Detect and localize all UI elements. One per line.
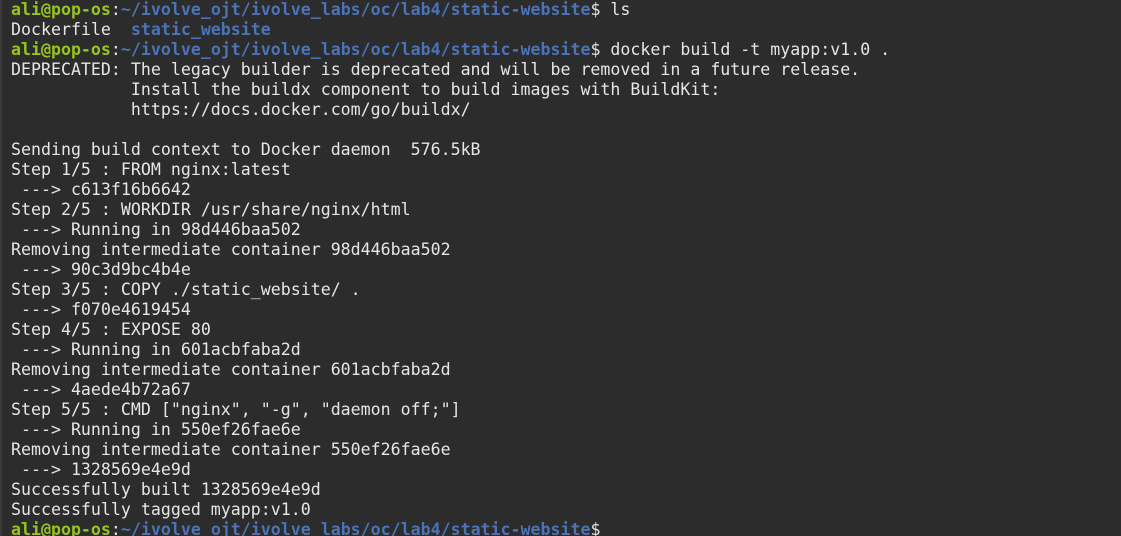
terminal-line: Sending build context to Docker daemon 5…	[11, 140, 890, 160]
terminal-line: ---> 1328569e4e9d	[11, 460, 890, 480]
prompt-path: ~/ivolve_ojt/ivolve_labs/oc/lab4/static-…	[120, 520, 591, 536]
prompt-path: ~/ivolve_ojt/ivolve_labs/oc/lab4/static-…	[120, 0, 591, 19]
terminal-line: Step 2/5 : WORKDIR /usr/share/nginx/html	[11, 200, 890, 220]
prompt-user-host: ali@pop-os	[11, 40, 111, 59]
prompt-path: ~/ivolve_ojt/ivolve_labs/oc/lab4/static-…	[120, 40, 591, 59]
terminal-output[interactable]: ali@pop-os:~/ivolve_ojt/ivolve_labs/oc/l…	[11, 0, 890, 536]
terminal-line: Step 3/5 : COPY ./static_website/ .	[11, 280, 890, 300]
terminal-line: Step 1/5 : FROM nginx:latest	[11, 160, 890, 180]
output-text: ---> 1328569e4e9d	[11, 460, 191, 479]
output-text: Step 2/5 : WORKDIR /usr/share/nginx/html	[11, 200, 411, 219]
terminal-line: ---> f070e4619454	[11, 300, 890, 320]
output-text: Successfully tagged myapp:v1.0	[11, 500, 311, 519]
output-text: Removing intermediate container 550ef26f…	[11, 440, 451, 459]
terminal-window[interactable]: ali@pop-os:~/ivolve_ojt/ivolve_labs/oc/l…	[0, 0, 1121, 536]
terminal-line: ---> Running in 98d446baa502	[11, 220, 890, 240]
terminal-line: Successfully tagged myapp:v1.0	[11, 500, 890, 520]
output-text: Step 1/5 : FROM nginx:latest	[11, 160, 291, 179]
terminal-line: Dockerfile static_website	[11, 20, 890, 40]
output-text: Install the buildx component to build im…	[11, 80, 721, 99]
output-text: Removing intermediate container 98d446ba…	[11, 240, 451, 259]
output-text: Sending build context to Docker daemon 5…	[11, 140, 481, 159]
terminal-line: https://docs.docker.com/go/buildx/	[11, 100, 890, 120]
output-text: Step 5/5 : CMD ["nginx", "-g", "daemon o…	[11, 400, 461, 419]
output-text: Step 4/5 : EXPOSE 80	[11, 320, 211, 339]
prompt-user-host: ali@pop-os	[11, 0, 111, 19]
terminal-line: Removing intermediate container 98d446ba…	[11, 240, 890, 260]
output-text: ---> 4aede4b72a67	[11, 380, 191, 399]
output-text: DEPRECATED: The legacy builder is deprec…	[11, 60, 861, 79]
prompt-separator: :	[110, 520, 121, 536]
terminal-line: Removing intermediate container 550ef26f…	[11, 440, 890, 460]
terminal-line: ---> 90c3d9bc4b4e	[11, 260, 890, 280]
terminal-line: ali@pop-os:~/ivolve_ojt/ivolve_labs/oc/l…	[11, 40, 890, 60]
terminal-line: ---> Running in 550ef26fae6e	[11, 420, 890, 440]
prompt-separator: :	[110, 0, 121, 19]
output-text: Dockerfile	[11, 20, 131, 39]
terminal-line: ali@pop-os:~/ivolve_ojt/ivolve_labs/oc/l…	[11, 520, 890, 536]
terminal-line: Removing intermediate container 601acbfa…	[11, 360, 890, 380]
directory-entry: static_website	[130, 20, 271, 39]
terminal-line: Step 5/5 : CMD ["nginx", "-g", "daemon o…	[11, 400, 890, 420]
terminal-line: ---> c613f16b6642	[11, 180, 890, 200]
output-text: ---> Running in 550ef26fae6e	[11, 420, 301, 439]
output-text: $ docker build -t myapp:v1.0 .	[590, 40, 891, 59]
output-text: Step 3/5 : COPY ./static_website/ .	[11, 280, 361, 299]
output-text: $	[590, 520, 601, 536]
output-text: ---> 90c3d9bc4b4e	[11, 260, 191, 279]
terminal-line: ---> 4aede4b72a67	[11, 380, 890, 400]
output-text: ---> Running in 601acbfaba2d	[11, 340, 301, 359]
output-text: Successfully built 1328569e4e9d	[11, 480, 321, 499]
terminal-line: DEPRECATED: The legacy builder is deprec…	[11, 60, 890, 80]
terminal-line: Successfully built 1328569e4e9d	[11, 480, 890, 500]
output-text: https://docs.docker.com/go/buildx/	[11, 100, 471, 119]
terminal-line: ali@pop-os:~/ivolve_ojt/ivolve_labs/oc/l…	[11, 0, 890, 20]
output-text: ---> Running in 98d446baa502	[11, 220, 301, 239]
output-text: ---> c613f16b6642	[11, 180, 191, 199]
output-text: ---> f070e4619454	[11, 300, 191, 319]
terminal-line: Install the buildx component to build im…	[11, 80, 890, 100]
terminal-line: ---> Running in 601acbfaba2d	[11, 340, 890, 360]
prompt-separator: :	[110, 40, 121, 59]
prompt-user-host: ali@pop-os	[11, 520, 111, 536]
terminal-line: Step 4/5 : EXPOSE 80	[11, 320, 890, 340]
output-text: $ ls	[590, 0, 631, 19]
output-text: Removing intermediate container 601acbfa…	[11, 360, 451, 379]
